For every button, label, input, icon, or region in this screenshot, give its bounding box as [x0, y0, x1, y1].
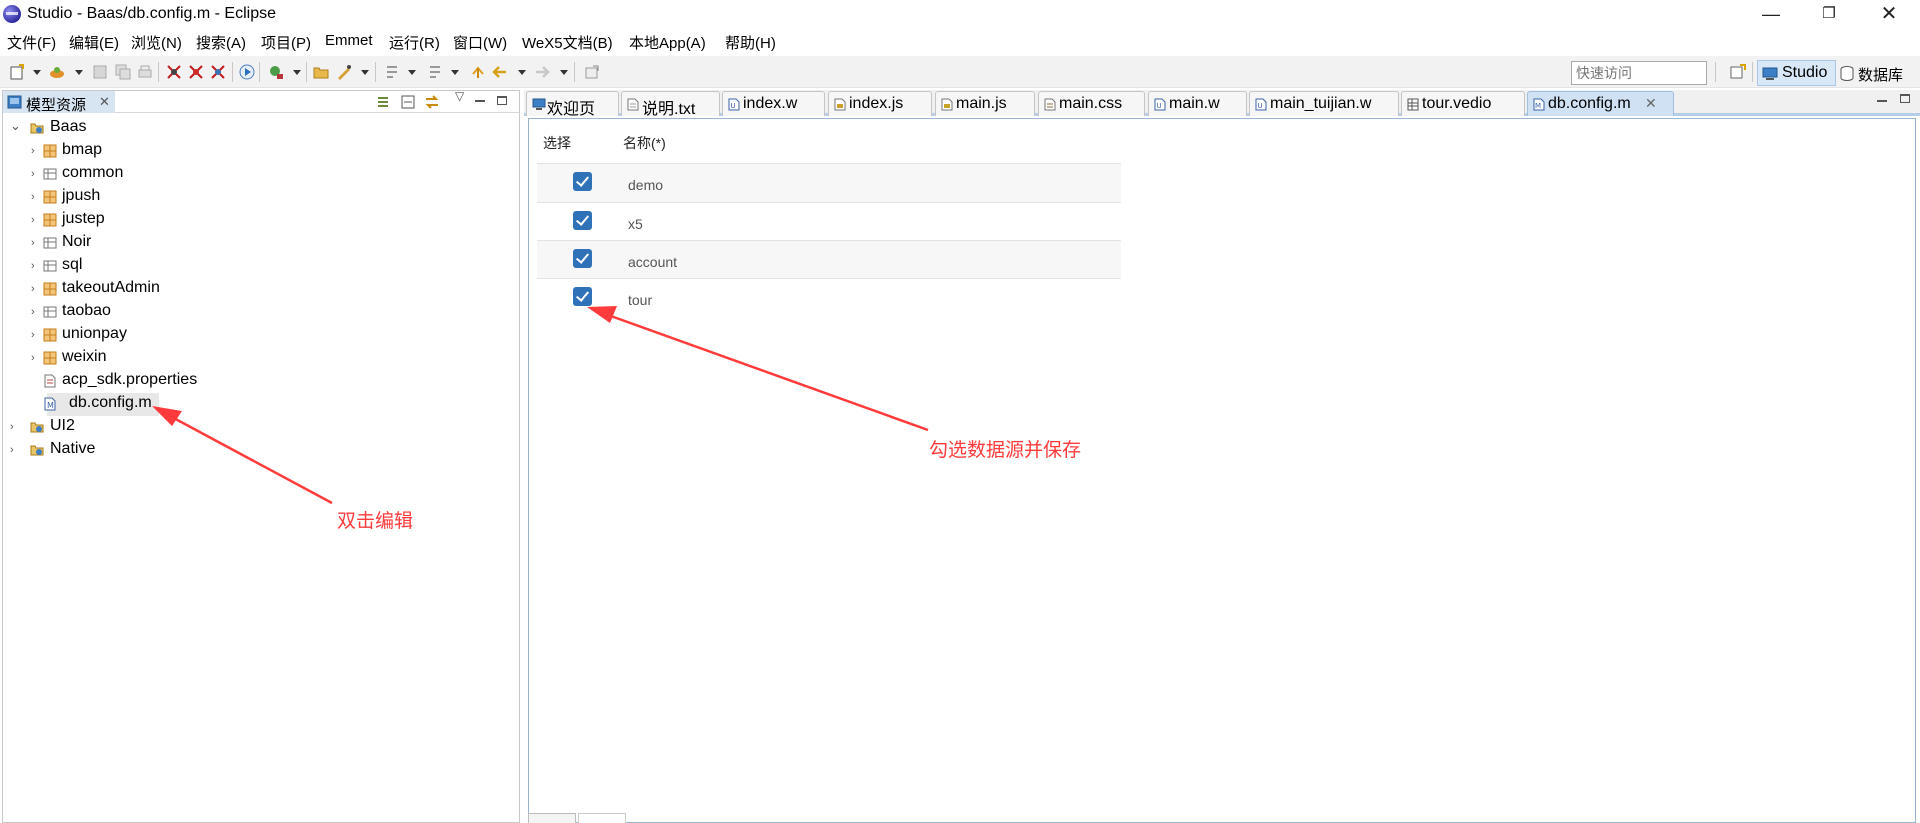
arrowhead-icon — [152, 406, 182, 426]
arrow-to-checkbox — [607, 313, 929, 432]
annotation-check-datasource-save: 勾选数据源并保存 — [929, 439, 1082, 461]
arrow-to-tree-item — [169, 414, 333, 505]
annotation-arrows — [152, 306, 929, 505]
annotation-double-click-edit: 双击编辑 — [337, 510, 414, 532]
arrowhead-icon — [587, 306, 617, 323]
